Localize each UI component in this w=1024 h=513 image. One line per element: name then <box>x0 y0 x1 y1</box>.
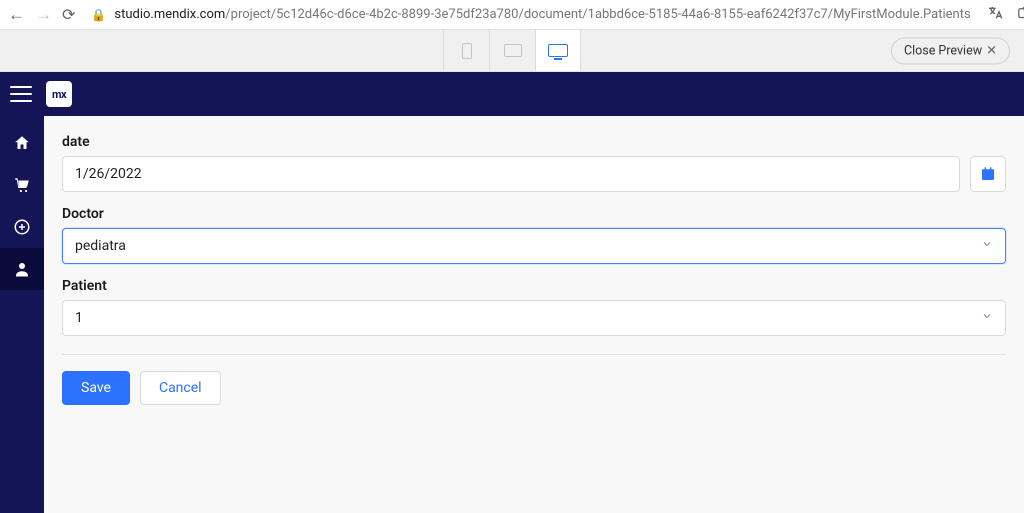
calendar-icon <box>980 166 996 182</box>
device-switcher <box>443 30 581 71</box>
browser-right-icons: ☆ K ⋮ <box>987 4 1024 26</box>
close-icon: ✕ <box>986 43 997 58</box>
patient-label: Patient <box>62 278 1006 294</box>
sidebar-item-cart[interactable] <box>0 164 44 206</box>
chevron-down-icon <box>981 310 993 326</box>
sidebar <box>0 116 44 513</box>
form-content: date 1/26/2022 Doctor pediatra Patient 1 <box>44 116 1024 513</box>
address-bar[interactable]: 🔒 studio.mendix.com/project/5c12d46c-d6c… <box>85 7 976 22</box>
close-preview-button[interactable]: Close Preview ✕ <box>891 37 1010 64</box>
chevron-down-icon <box>981 238 993 254</box>
url-text: studio.mendix.com/project/5c12d46c-d6ce-… <box>114 7 970 22</box>
sidebar-item-add[interactable] <box>0 206 44 248</box>
patient-value: 1 <box>75 310 83 326</box>
app-topbar: mx <box>0 72 1024 116</box>
cancel-button-label: Cancel <box>159 380 202 396</box>
date-label: date <box>62 134 1006 150</box>
separator <box>62 354 1006 355</box>
date-value: 1/26/2022 <box>75 166 142 182</box>
close-preview-label: Close Preview <box>904 43 982 58</box>
share-icon[interactable] <box>1017 5 1024 24</box>
lock-icon: 🔒 <box>91 8 106 22</box>
mendix-logo: mx <box>46 81 72 107</box>
doctor-group: Doctor pediatra <box>62 206 1006 264</box>
device-phone-button[interactable] <box>443 30 489 71</box>
date-input[interactable]: 1/26/2022 <box>62 156 960 192</box>
hamburger-menu-icon[interactable] <box>10 86 32 102</box>
browser-toolbar: ← → ⟳ 🔒 studio.mendix.com/project/5c12d4… <box>0 0 1024 30</box>
sidebar-item-home[interactable] <box>0 122 44 164</box>
device-tablet-button[interactable] <box>489 30 535 71</box>
button-row: Save Cancel <box>62 371 1006 405</box>
device-desktop-button[interactable] <box>535 30 581 71</box>
forward-button[interactable]: → <box>35 5 52 25</box>
doctor-label: Doctor <box>62 206 1006 222</box>
doctor-select[interactable]: pediatra <box>62 228 1006 264</box>
datepicker-button[interactable] <box>970 156 1006 192</box>
save-button[interactable]: Save <box>62 371 130 405</box>
cart-icon <box>13 176 31 194</box>
user-icon <box>13 260 31 278</box>
reload-button[interactable]: ⟳ <box>62 5 75 24</box>
save-button-label: Save <box>81 380 111 396</box>
main-area: date 1/26/2022 Doctor pediatra Patient 1 <box>0 116 1024 513</box>
preview-toolbar: Close Preview ✕ <box>0 30 1024 72</box>
doctor-value: pediatra <box>75 238 126 254</box>
back-button[interactable]: ← <box>8 5 25 25</box>
patient-group: Patient 1 <box>62 278 1006 336</box>
patient-select[interactable]: 1 <box>62 300 1006 336</box>
sidebar-item-user[interactable] <box>0 248 44 290</box>
home-icon <box>13 134 31 152</box>
translate-icon[interactable] <box>987 5 1003 25</box>
cancel-button[interactable]: Cancel <box>140 371 221 405</box>
date-group: date 1/26/2022 <box>62 134 1006 192</box>
plus-circle-icon <box>13 218 31 236</box>
